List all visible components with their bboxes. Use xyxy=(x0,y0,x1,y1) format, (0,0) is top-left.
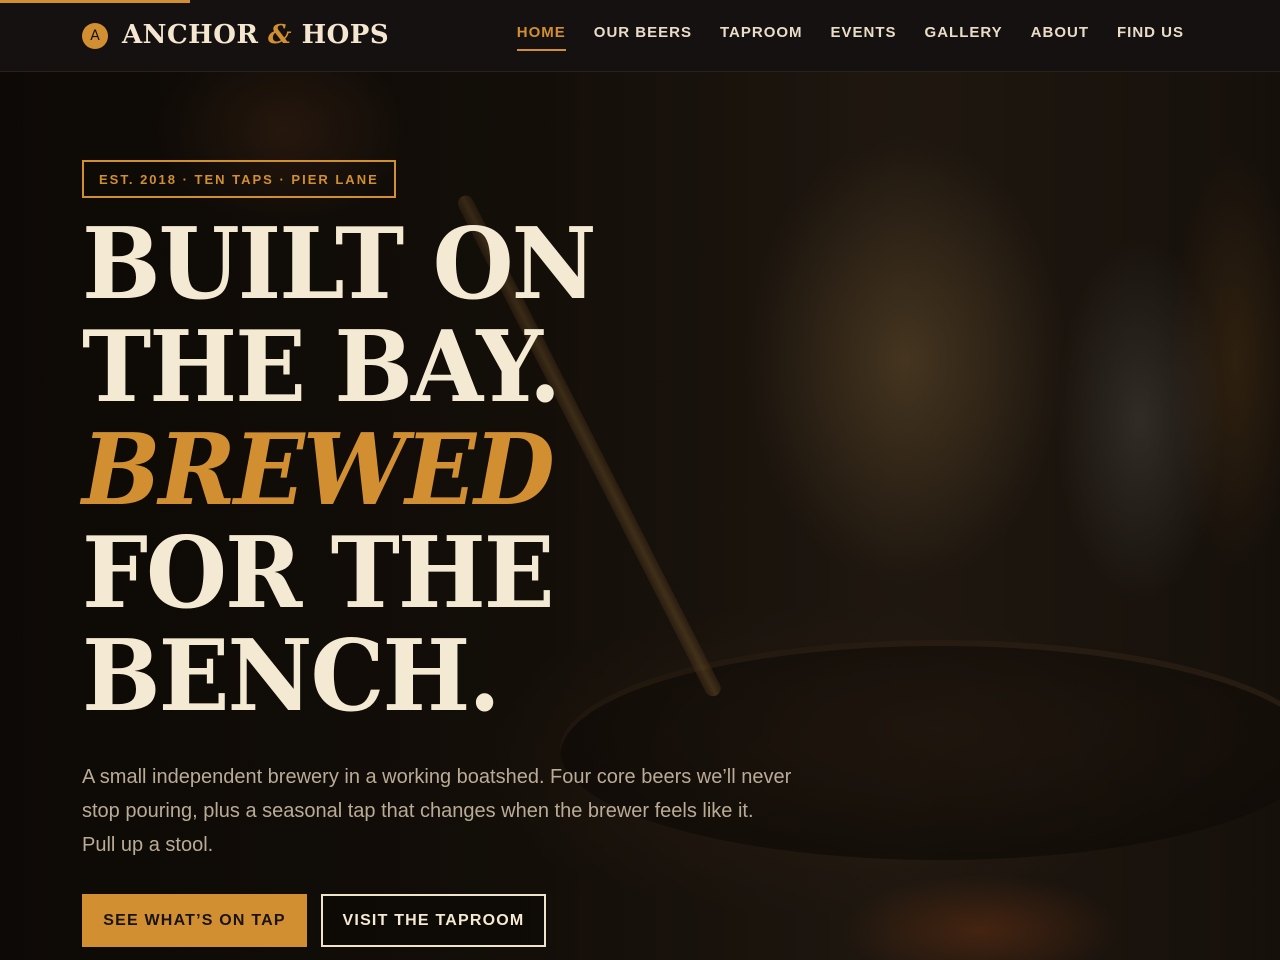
headline-line-2: THE BAY. xyxy=(82,308,561,425)
nav-find-us[interactable]: FIND US xyxy=(1117,24,1184,51)
brand-name: ANCHOR & HOPS xyxy=(122,20,389,50)
nav-gallery[interactable]: GALLERY xyxy=(925,24,1003,51)
header-accent-bar xyxy=(0,0,190,3)
headline-line-4: FOR THE xyxy=(82,514,555,631)
nav-home[interactable]: HOME xyxy=(516,24,566,51)
main-nav: HOME OUR BEERS TAPROOM EVENTS GALLERY AB… xyxy=(516,24,1184,51)
see-whats-on-tap-button[interactable]: SEE WHAT’S ON TAP xyxy=(82,894,307,947)
hero-eyebrow-tag: EST. 2018 · TEN TAPS · PIER LANE xyxy=(82,160,396,198)
headline-line-3-accent: BREWED xyxy=(82,411,555,528)
headline-line-1: BUILT ON xyxy=(82,205,597,322)
brand-logo[interactable]: A ANCHOR & HOPS xyxy=(82,19,389,51)
nav-our-beers[interactable]: OUR BEERS xyxy=(594,24,692,51)
brand-ampersand: & xyxy=(268,20,292,50)
anchor-badge-icon: A xyxy=(82,23,108,49)
hero-headline: BUILT ON THE BAY. BREWED FOR THE BENCH. xyxy=(82,205,597,734)
hero-intro-text: A small independent brewery in a working… xyxy=(82,766,792,856)
nav-taproom[interactable]: TAPROOM xyxy=(720,24,803,51)
site-header: A ANCHOR & HOPS HOME OUR BEERS TAPROOM E… xyxy=(0,0,1280,72)
visit-taproom-button[interactable]: VISIT THE TAPROOM xyxy=(321,894,546,947)
nav-about[interactable]: ABOUT xyxy=(1031,24,1089,51)
nav-events[interactable]: EVENTS xyxy=(831,24,897,51)
headline-line-5: BENCH. xyxy=(82,617,501,734)
page: A ANCHOR & HOPS HOME OUR BEERS TAPROOM E… xyxy=(0,0,1280,960)
brand-name-part1: ANCHOR xyxy=(122,20,259,50)
brand-name-part2: HOPS xyxy=(301,20,390,50)
